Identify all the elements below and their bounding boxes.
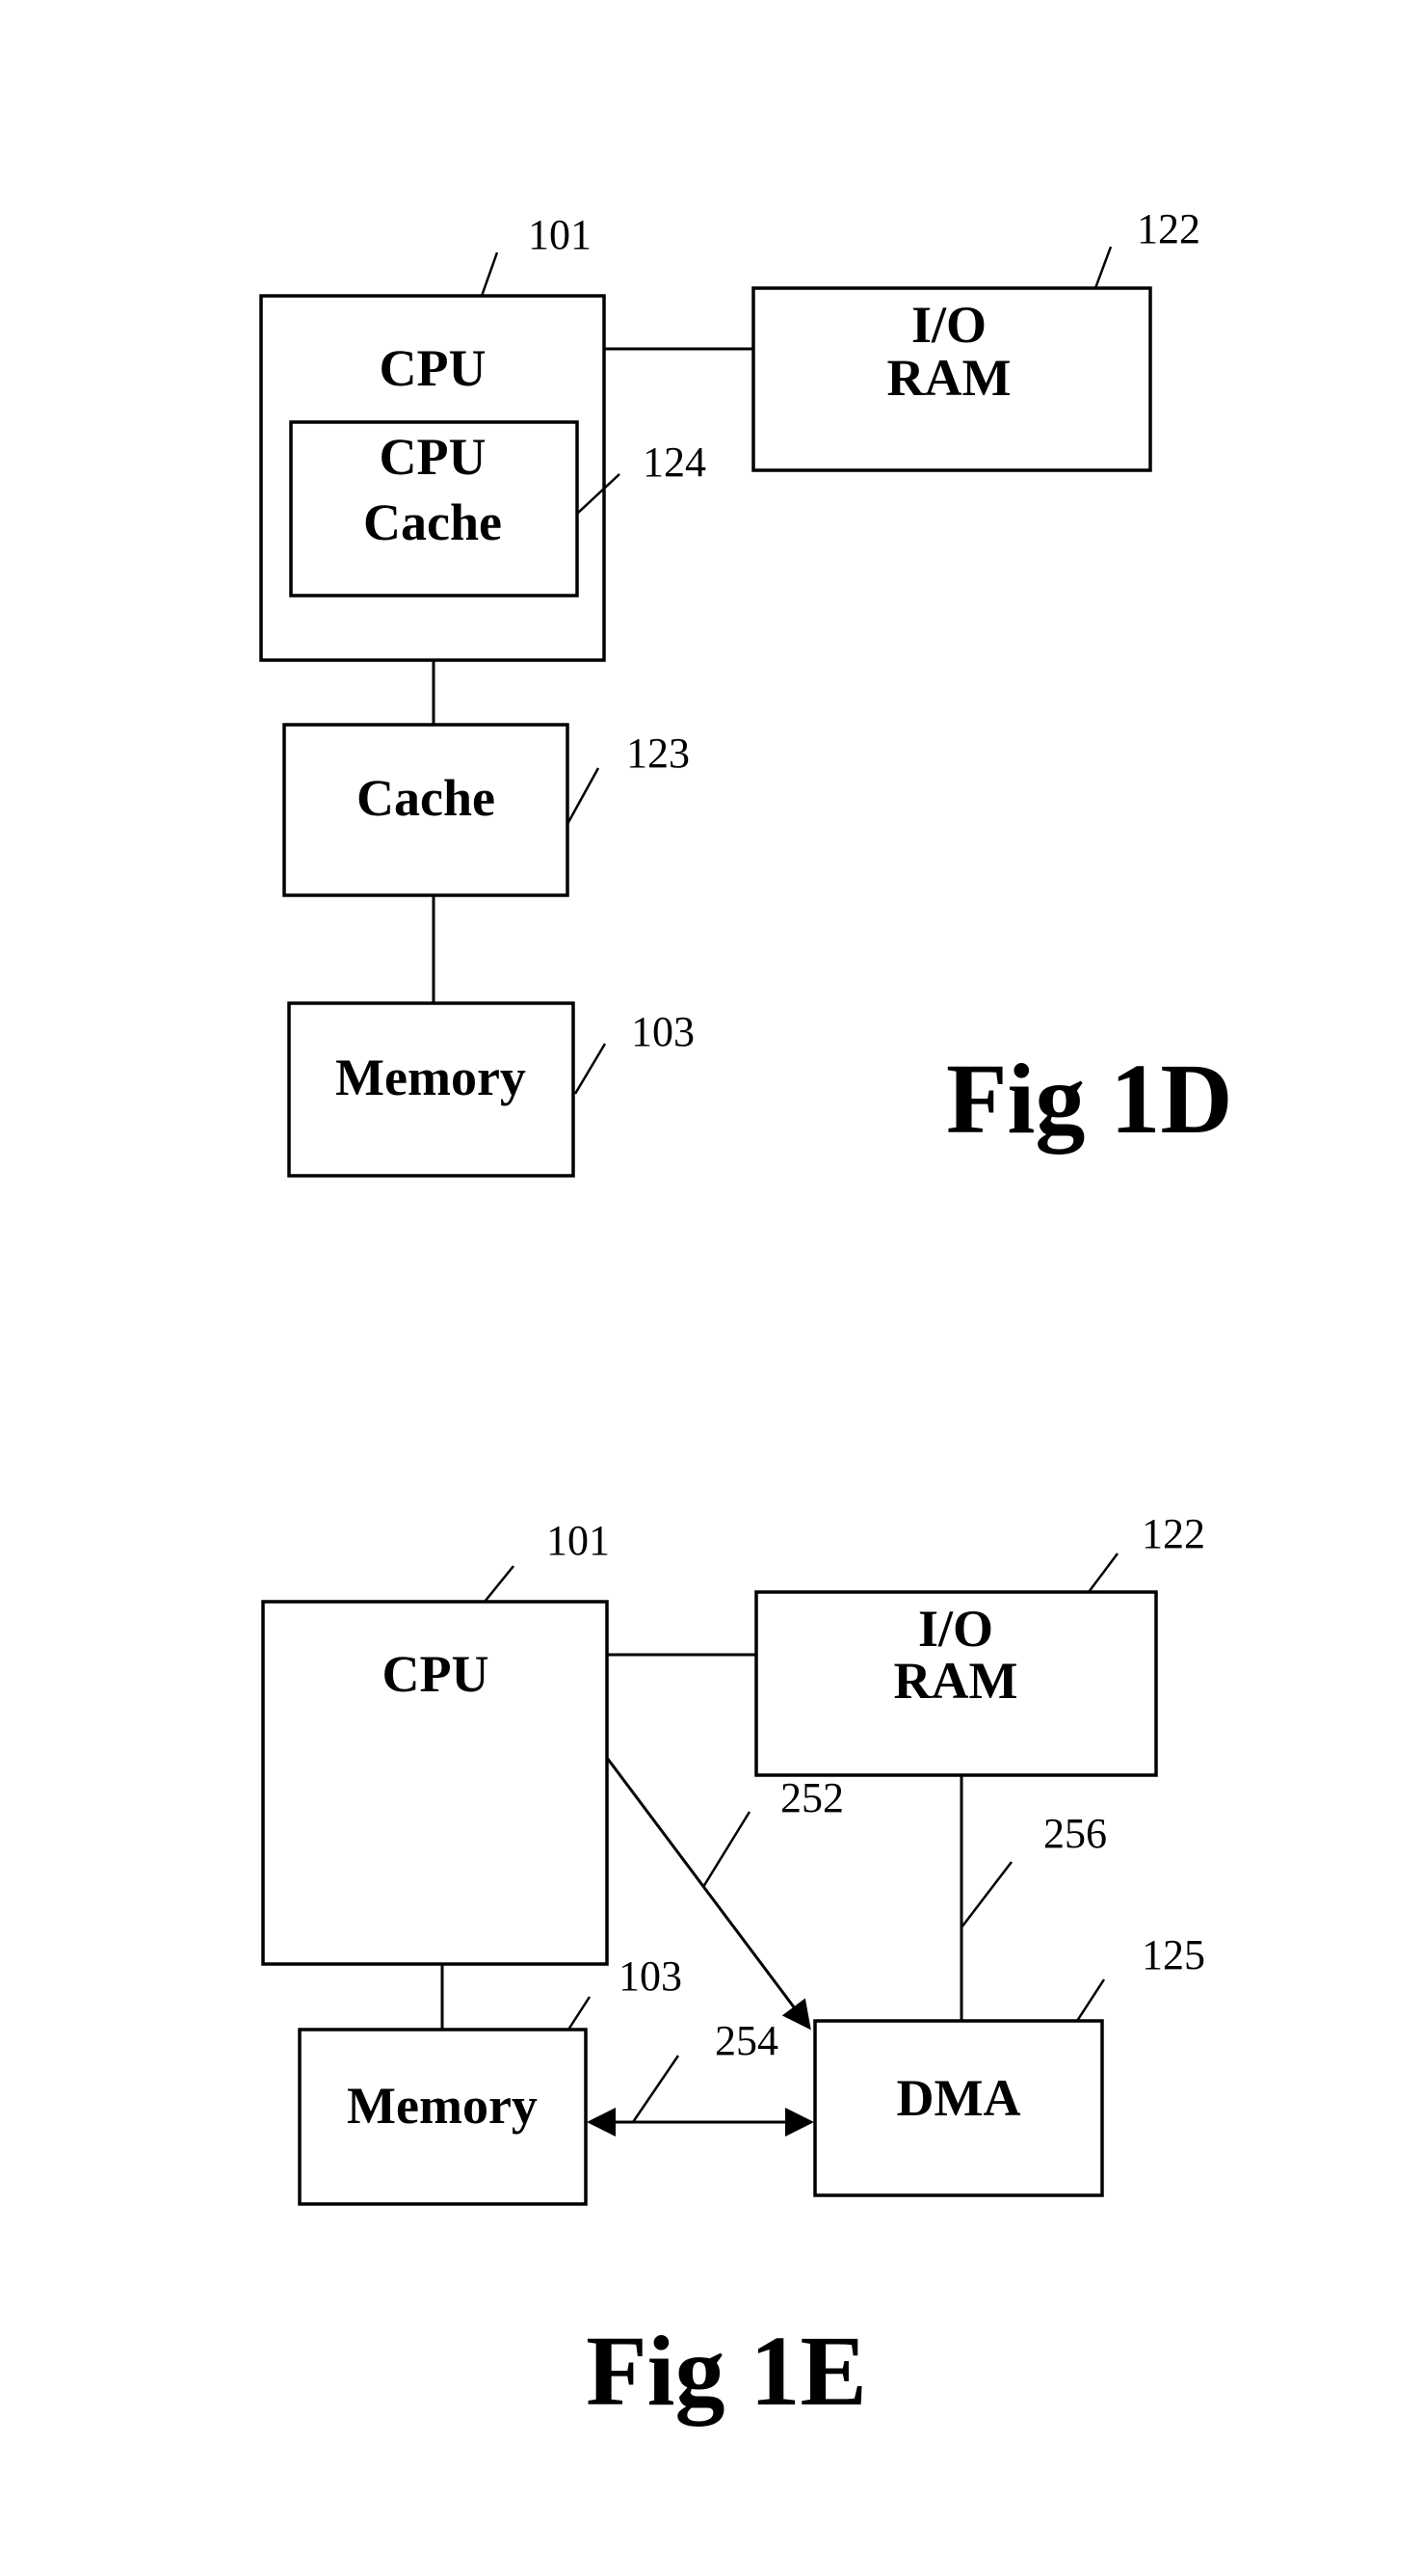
ref-label-122: 122 — [1142, 1510, 1205, 1557]
ref-leader-125 — [1075, 1978, 1106, 2022]
ref-leader-123 — [566, 767, 600, 825]
io-ram-block: I/O RAM 122 — [754, 1510, 1205, 1777]
memory-block: Memory 103 — [287, 1001, 695, 1178]
ref-label-124: 124 — [643, 438, 706, 486]
memory-label: Memory — [347, 2077, 538, 2135]
io-ram-label-line2: RAM — [894, 1652, 1018, 1710]
figure-title-1d: Fig 1D — [946, 1044, 1233, 1155]
dma-block: DMA 125 — [813, 1931, 1205, 2197]
cpu-block: CPU 101 — [261, 1517, 610, 1966]
ref-label-101: 101 — [546, 1517, 610, 1564]
ref-label-103: 103 — [619, 1952, 682, 2000]
ref-label-122: 122 — [1137, 205, 1200, 252]
io-ram-label-line2: RAM — [887, 349, 1012, 407]
ref-leader-103 — [573, 1043, 607, 1095]
ref-leader-252 — [701, 1811, 751, 1888]
ref-leader-122 — [1088, 1553, 1119, 1593]
ref-label-256: 256 — [1043, 1810, 1107, 1857]
ref-label-103: 103 — [631, 1008, 695, 1055]
ref-leader-101 — [480, 252, 499, 297]
cpu-cache-label-line2: Cache — [363, 493, 502, 551]
ref-leader-101 — [484, 1565, 514, 1603]
io-ram-block: I/O RAM 122 — [751, 205, 1200, 472]
ref-label-123: 123 — [626, 730, 690, 777]
ref-leader-254 — [631, 2055, 680, 2123]
cpu-label: CPU — [380, 339, 487, 397]
dma-label: DMA — [897, 2069, 1021, 2127]
ref-leader-122 — [1093, 246, 1113, 289]
memory-label: Memory — [335, 1049, 526, 1106]
patent-drawing-sheet: CPU 101 CPU Cache 124 I/O RAM 122 Cache … — [259, 205, 1233, 2427]
ref-leader-103 — [566, 1996, 592, 2031]
figure-1d: CPU 101 CPU Cache 124 I/O RAM 122 Cache … — [259, 205, 1233, 1178]
ref-label-125: 125 — [1142, 1931, 1205, 1978]
cache-block: Cache 123 — [282, 723, 690, 897]
cache-label: Cache — [356, 769, 495, 827]
ref-label-254: 254 — [715, 2017, 778, 2064]
figure-1e: CPU 101 I/O RAM 122 252 256 Memory 103 2… — [261, 1510, 1205, 2427]
memory-block: Memory 103 — [298, 1952, 682, 2206]
ref-label-101: 101 — [528, 211, 592, 258]
figure-title-1e: Fig 1E — [586, 2316, 867, 2427]
io-ram-label-line1: I/O — [918, 1600, 993, 1658]
ref-leader-256 — [961, 1861, 1013, 1928]
ref-label-252: 252 — [780, 1774, 844, 1821]
cpu-cache-label-line1: CPU — [380, 428, 487, 486]
io-ram-label-line1: I/O — [911, 296, 987, 354]
cpu-label: CPU — [382, 1645, 489, 1703]
cpu-cache-block: CPU Cache 124 — [289, 420, 706, 598]
